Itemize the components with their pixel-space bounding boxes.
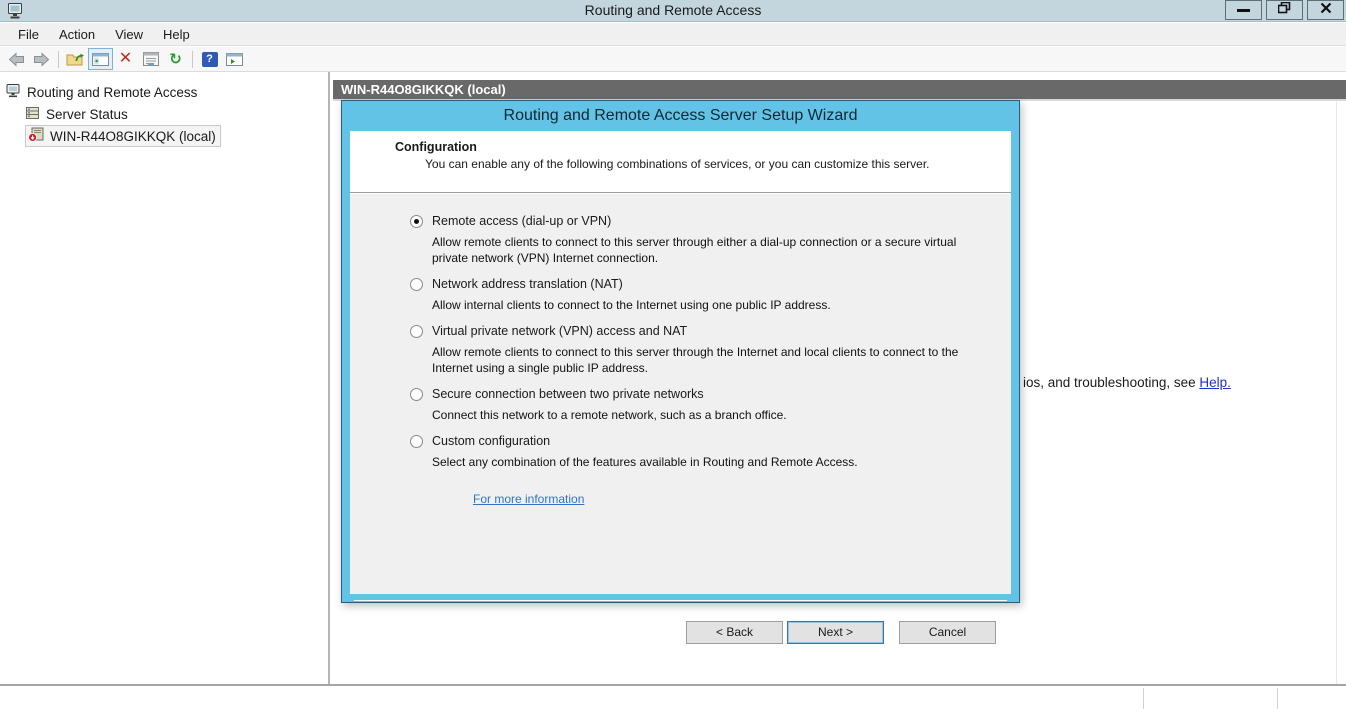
routing-console-icon — [5, 83, 21, 101]
menu-view[interactable]: View — [105, 24, 153, 45]
window-titlebar: Routing and Remote Access — [0, 0, 1346, 22]
configuration-options: Remote access (dial-up or VPN) Allow rem… — [350, 194, 1011, 508]
close-icon — [1320, 1, 1332, 19]
restore-icon — [1278, 1, 1291, 19]
help-link[interactable]: Help. — [1199, 375, 1231, 390]
restore-button[interactable] — [1266, 0, 1303, 20]
delete-button[interactable] — [113, 48, 138, 70]
toolbar — [0, 47, 1346, 72]
properties-icon — [143, 52, 159, 66]
background-help-text: ios, and troubleshooting, see Help. — [1023, 375, 1231, 390]
option-label[interactable]: Network address translation (NAT) — [432, 277, 623, 291]
radio-vpn-and-nat[interactable] — [410, 325, 423, 338]
option-custom-configuration: Custom configuration Select any combinat… — [410, 434, 1011, 470]
toolbar-separator — [58, 51, 59, 68]
option-description: Allow remote clients to connect to this … — [432, 234, 980, 266]
screen: Routing and Remote Access — [0, 0, 1346, 709]
button-separator — [354, 600, 1007, 601]
refresh-icon — [169, 52, 182, 67]
wizard-header: Configuration You can enable any of the … — [350, 131, 1011, 193]
back-button[interactable] — [4, 48, 29, 70]
option-vpn-and-nat: Virtual private network (VPN) access and… — [410, 324, 1011, 376]
option-label[interactable]: Remote access (dial-up or VPN) — [432, 214, 611, 228]
tree-item-server-status[interactable]: Server Status — [0, 103, 328, 125]
wizard-title: Routing and Remote Access Server Setup W… — [342, 101, 1019, 131]
status-strip-divider — [1143, 688, 1144, 709]
option-label[interactable]: Custom configuration — [432, 434, 550, 448]
refresh-button[interactable] — [163, 48, 188, 70]
option-label[interactable]: Virtual private network (VPN) access and… — [432, 324, 687, 338]
option-description: Allow remote clients to connect to this … — [432, 344, 980, 376]
server-stopped-icon — [28, 127, 44, 145]
minimize-icon — [1237, 9, 1250, 12]
wizard-content: Configuration You can enable any of the … — [350, 131, 1011, 594]
toolbar-separator — [192, 51, 193, 68]
tree-root-routing-remote-access[interactable]: Routing and Remote Access — [0, 81, 328, 103]
option-description: Allow internal clients to connect to the… — [432, 297, 980, 313]
server-status-icon — [25, 106, 40, 123]
back-arrow-icon — [8, 52, 25, 67]
wizard-heading: Configuration — [350, 131, 1011, 157]
forward-arrow-icon — [33, 52, 50, 67]
option-label[interactable]: Secure connection between two private ne… — [432, 387, 704, 401]
option-nat: Network address translation (NAT) Allow … — [410, 277, 1011, 313]
setup-wizard-dialog: Routing and Remote Access Server Setup W… — [341, 100, 1020, 603]
radio-remote-access[interactable] — [410, 215, 423, 228]
menu-action[interactable]: Action — [49, 24, 105, 45]
export-list-button[interactable] — [63, 48, 88, 70]
console-tree-icon — [92, 53, 109, 66]
close-button[interactable] — [1307, 0, 1344, 20]
tree-item-label: WIN-R44O8GIKKQK (local) — [50, 129, 216, 144]
help-icon — [202, 52, 218, 67]
cancel-wizard-button[interactable]: Cancel — [899, 621, 996, 644]
minimize-button[interactable] — [1225, 0, 1262, 20]
forward-button[interactable] — [29, 48, 54, 70]
delete-x-icon — [119, 51, 132, 67]
properties-button[interactable] — [138, 48, 163, 70]
console-tree-pane: Routing and Remote Access Server Status — [0, 72, 330, 684]
tree-root-label: Routing and Remote Access — [27, 85, 197, 100]
radio-secure-connection[interactable] — [410, 388, 423, 401]
more-information-link[interactable]: For more information — [473, 492, 584, 506]
status-strip-divider — [1277, 688, 1278, 709]
status-strip — [0, 684, 1346, 709]
radio-nat[interactable] — [410, 278, 423, 291]
option-remote-access: Remote access (dial-up or VPN) Allow rem… — [410, 214, 1011, 266]
option-description: Connect this network to a remote network… — [432, 407, 980, 423]
back-wizard-button[interactable]: < Back — [686, 621, 783, 644]
tree-item-server-local[interactable]: WIN-R44O8GIKKQK (local) — [0, 125, 328, 147]
show-console-tree-button[interactable] — [88, 48, 113, 70]
next-wizard-button[interactable]: Next > — [787, 621, 884, 644]
results-pane-header: WIN-R44O8GIKKQK (local) — [333, 80, 1346, 99]
folder-export-icon — [66, 51, 85, 67]
background-partial-text: ios, and troubleshooting, see — [1023, 375, 1199, 390]
menu-help[interactable]: Help — [153, 24, 200, 45]
tree-item-label: Server Status — [46, 107, 128, 122]
wizard-body: Remote access (dial-up or VPN) Allow rem… — [350, 193, 1011, 592]
window-title: Routing and Remote Access — [0, 0, 1346, 22]
option-description: Select any combination of the features a… — [432, 454, 980, 470]
menu-file[interactable]: File — [8, 24, 49, 45]
selected-tree-item: WIN-R44O8GIKKQK (local) — [25, 125, 221, 147]
radio-custom-configuration[interactable] — [410, 435, 423, 448]
menu-bar: File Action View Help — [0, 23, 1346, 46]
option-secure-connection: Secure connection between two private ne… — [410, 387, 1011, 423]
pane-right-edge — [1336, 102, 1337, 684]
show-window-button[interactable] — [222, 48, 247, 70]
window-play-icon — [226, 53, 243, 66]
wizard-subtext: You can enable any of the following comb… — [350, 157, 935, 172]
help-button[interactable] — [197, 48, 222, 70]
